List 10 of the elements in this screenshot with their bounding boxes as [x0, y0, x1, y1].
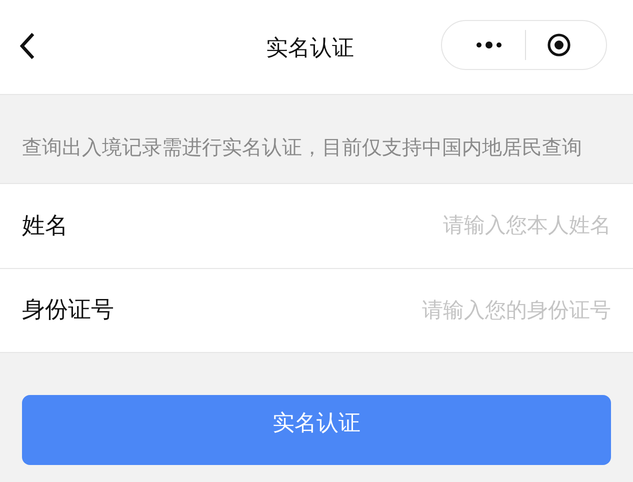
notice-text: 查询出入境记录需进行实名认证，目前仅支持中国内地居民查询	[21, 134, 583, 161]
submit-button[interactable]: 实名认证	[22, 395, 611, 465]
back-icon[interactable]	[18, 32, 36, 60]
close-target-icon[interactable]	[547, 33, 571, 57]
input-field[interactable]: 请输入您本人姓名	[192, 210, 611, 242]
input-field[interactable]: 请输入您的身份证号	[192, 294, 611, 326]
more-icon[interactable]	[476, 41, 502, 49]
field-label: 身份证号	[22, 296, 115, 326]
field-label: 姓名	[22, 212, 69, 241]
page-title: 实名认证	[265, 35, 355, 63]
